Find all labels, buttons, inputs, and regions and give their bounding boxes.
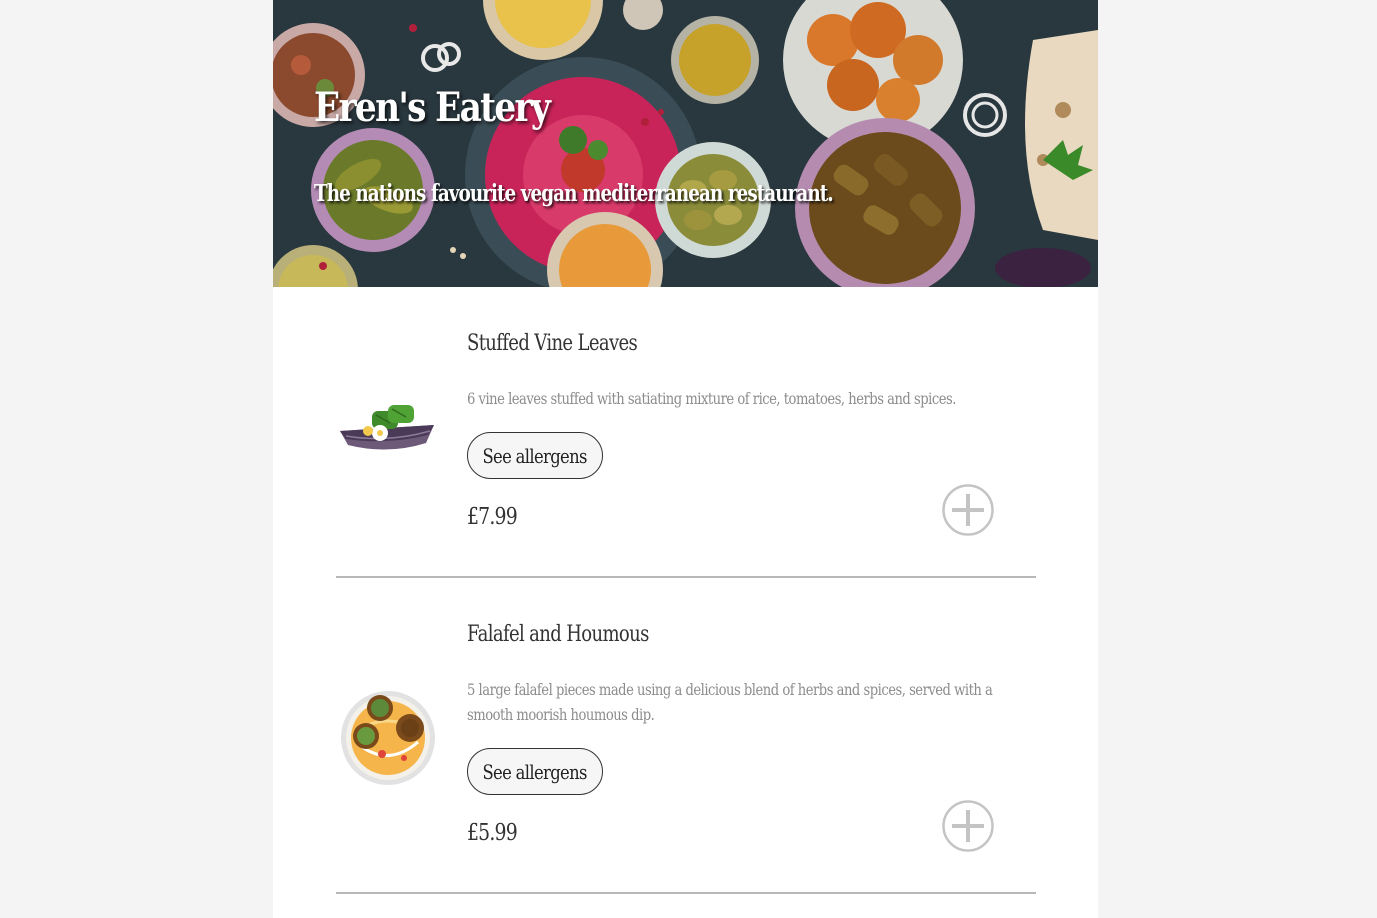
menu-page: Eren's Eatery The nations favourite vega… [273,0,1098,918]
item-price: £7.99 [467,504,518,530]
see-allergens-label: See allergens [482,443,588,468]
menu-item: Stuffed Vine Leaves 6 vine leaves stuffe… [336,287,1036,578]
item-name: Falafel and Houmous [467,622,649,647]
stuffed-vine-leaves-icon [340,405,434,450]
item-price: £5.99 [467,820,518,846]
item-description: 6 vine leaves stuffed with satiating mix… [467,389,956,408]
item-description: 5 large falafel pieces made using a deli… [467,680,993,724]
restaurant-name: Eren's Eatery [314,84,551,131]
see-allergens-button[interactable]: See allergens [467,432,603,479]
hero-food-image [273,0,1098,287]
plus-circle-icon [942,484,994,536]
add-to-order-button[interactable] [941,483,995,537]
item-name: Stuffed Vine Leaves [467,331,638,356]
restaurant-tagline: The nations favourite vegan mediterranea… [314,180,834,207]
see-allergens-label: See allergens [482,759,588,784]
hero-banner: Eren's Eatery The nations favourite vega… [273,0,1098,287]
falafel-houmous-icon [341,691,435,785]
add-to-order-button[interactable] [941,799,995,853]
menu-item: Falafel and Houmous 5 large falafel piec… [336,578,1036,894]
see-allergens-button[interactable]: See allergens [467,748,603,795]
plus-circle-icon [942,800,994,852]
